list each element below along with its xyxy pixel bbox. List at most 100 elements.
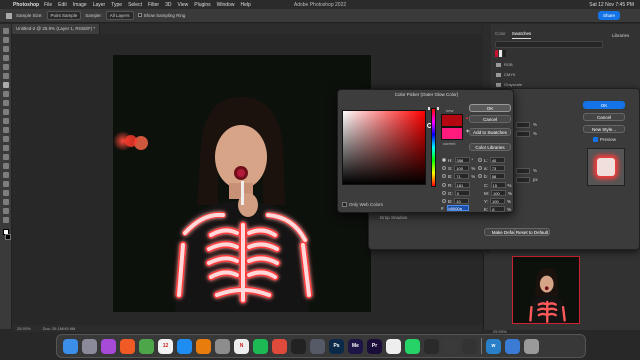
- capcut-icon[interactable]: [291, 338, 306, 354]
- navigator-thumbnail[interactable]: [512, 256, 580, 324]
- show-sampling-ring-checkbox[interactable]: Show Sampling Ring: [137, 13, 185, 18]
- preview-checkbox[interactable]: Preview: [593, 137, 616, 142]
- launchpad-icon[interactable]: [82, 338, 97, 354]
- spotify-icon[interactable]: [253, 338, 268, 354]
- layer-style-cancel-button[interactable]: Cancel: [583, 113, 625, 121]
- blur-tool-icon[interactable]: [2, 145, 9, 151]
- menu-edit[interactable]: Edit: [58, 2, 67, 8]
- black-input[interactable]: 8: [490, 206, 506, 212]
- swatch-folder-rgb[interactable]: RGB: [496, 62, 513, 67]
- sample-size-select[interactable]: Point Sample: [46, 11, 82, 20]
- menu-view[interactable]: View: [178, 2, 189, 8]
- screens-icon[interactable]: [310, 338, 325, 354]
- screenrec-icon[interactable]: [424, 338, 439, 354]
- add-to-swatches-button[interactable]: Add to Swatches: [469, 128, 511, 136]
- hue-slider[interactable]: [431, 108, 436, 187]
- whatsapp-icon[interactable]: [405, 338, 420, 354]
- only-web-colors-checkbox[interactable]: Only Web Colors: [342, 202, 383, 207]
- lab-l-radio[interactable]: [478, 158, 482, 162]
- maps-icon[interactable]: [139, 338, 154, 354]
- blue-radio[interactable]: [442, 199, 446, 203]
- mirror-icon[interactable]: [443, 338, 458, 354]
- lab-a-input[interactable]: 73: [489, 165, 505, 171]
- marquee-tool-icon[interactable]: [2, 37, 9, 43]
- type-tool-icon[interactable]: [2, 172, 9, 178]
- eraser-tool-icon[interactable]: [2, 127, 9, 133]
- brightness-radio[interactable]: [442, 174, 446, 178]
- zoom-tool-icon[interactable]: [2, 208, 9, 214]
- healing-brush-icon[interactable]: [2, 91, 9, 97]
- blue-input[interactable]: 10: [454, 198, 470, 204]
- layer-style-ok-button[interactable]: OK: [583, 101, 625, 109]
- trash-icon[interactable]: [524, 338, 539, 354]
- current-color-swatch[interactable]: [441, 127, 463, 140]
- photoshop-icon[interactable]: Ps: [329, 338, 344, 354]
- menu-image[interactable]: Image: [73, 2, 87, 8]
- libraries-tab[interactable]: Libraries: [612, 33, 629, 38]
- notion-icon[interactable]: N: [234, 338, 249, 354]
- webex-icon[interactable]: w: [486, 338, 501, 354]
- reset-to-default-button[interactable]: Reset to Default: [514, 228, 550, 236]
- tasks-icon[interactable]: [272, 338, 287, 354]
- spread-field[interactable]: [516, 168, 530, 174]
- menu-help[interactable]: Help: [240, 2, 250, 8]
- canvas-photo[interactable]: [113, 55, 371, 312]
- background-color-swatch[interactable]: [4, 234, 11, 240]
- shape-tool-icon[interactable]: [2, 190, 9, 196]
- saturation-brightness-field[interactable]: [342, 110, 432, 185]
- lab-a-radio[interactable]: [478, 166, 482, 170]
- menu-type[interactable]: Type: [111, 2, 122, 8]
- eyedropper-icon[interactable]: [2, 82, 9, 88]
- drop-shadow-label[interactable]: Drop Shadow: [380, 215, 407, 220]
- size-field[interactable]: [516, 177, 530, 183]
- menu-layer[interactable]: Layer: [93, 2, 106, 8]
- red-radio[interactable]: [442, 183, 446, 187]
- apple-icon[interactable]: [4, 2, 9, 7]
- podcasts-icon[interactable]: [101, 338, 116, 354]
- settings-icon[interactable]: [215, 338, 230, 354]
- new-style-button[interactable]: New Style...: [583, 125, 625, 133]
- appstore-icon[interactable]: [177, 338, 192, 354]
- media-encoder-icon[interactable]: Me: [348, 338, 363, 354]
- crop-tool-icon[interactable]: [2, 64, 9, 70]
- frame-tool-icon[interactable]: [2, 73, 9, 79]
- menu-filter[interactable]: Filter: [148, 2, 159, 8]
- calendar-icon[interactable]: 12: [158, 338, 173, 354]
- brightness-input[interactable]: 71: [454, 173, 470, 179]
- recent-swatches[interactable]: [495, 50, 507, 57]
- clock[interactable]: Sat 12 Nov 7:45 PM: [589, 2, 634, 8]
- lasso-tool-icon[interactable]: [2, 46, 9, 52]
- swatches-search-input[interactable]: [495, 41, 603, 48]
- lab-b-input[interactable]: 58: [489, 173, 505, 179]
- hue-input[interactable]: 356: [454, 157, 470, 163]
- finder-icon[interactable]: [63, 338, 78, 354]
- zoom-level[interactable]: 25.93%: [17, 326, 31, 331]
- move-tool-icon[interactable]: [2, 28, 9, 34]
- noise-field[interactable]: [516, 131, 530, 137]
- brave-icon[interactable]: [120, 338, 135, 354]
- unity-icon[interactable]: [462, 338, 477, 354]
- picker-ok-button[interactable]: OK: [469, 104, 511, 112]
- more-tools-icon[interactable]: [2, 217, 9, 223]
- opacity-field[interactable]: [516, 122, 530, 128]
- quick-select-tool-icon[interactable]: [2, 55, 9, 61]
- blender-icon[interactable]: [196, 338, 211, 354]
- pen-tool-icon[interactable]: [2, 163, 9, 169]
- magenta-input[interactable]: 100: [491, 190, 506, 196]
- menu-select[interactable]: Select: [128, 2, 142, 8]
- dodge-tool-icon[interactable]: [2, 154, 9, 160]
- menu-3d[interactable]: 3D: [165, 2, 171, 8]
- share-button[interactable]: Share: [597, 11, 620, 20]
- lab-b-radio[interactable]: [478, 174, 482, 178]
- green-input[interactable]: 0: [454, 190, 470, 196]
- history-brush-icon[interactable]: [2, 118, 9, 124]
- green-radio[interactable]: [442, 191, 446, 195]
- app-name[interactable]: Photoshop: [13, 2, 39, 8]
- yellow-input[interactable]: 100: [490, 198, 506, 204]
- sample-select[interactable]: All Layers: [105, 11, 134, 20]
- menu-plugins[interactable]: Plugins: [194, 2, 210, 8]
- color-libraries-button[interactable]: Color Libraries: [469, 143, 511, 151]
- tab-swatches[interactable]: Swatches: [511, 31, 532, 39]
- document-tab[interactable]: Untitled-2 @ 25.9% (Layer 1, RGB/8*) *: [12, 24, 101, 34]
- saturation-radio[interactable]: [442, 166, 446, 170]
